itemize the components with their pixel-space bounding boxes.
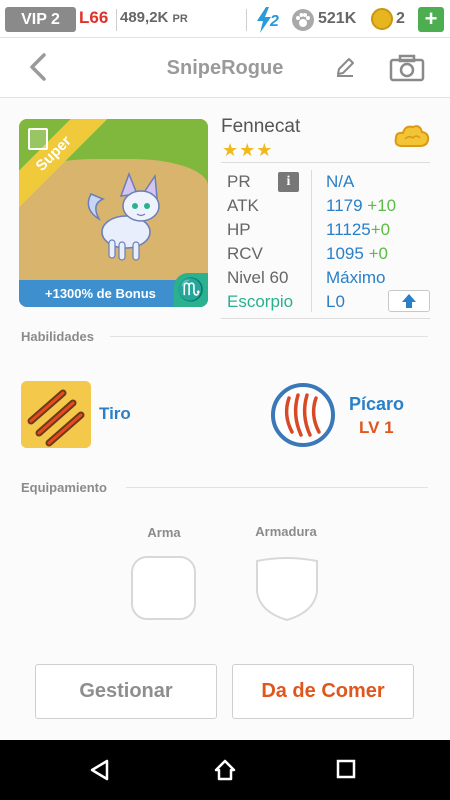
manage-button[interactable]: Gestionar: [35, 664, 217, 719]
arrow-up-icon: [402, 294, 416, 308]
monster-fennecat-image: [87, 171, 160, 261]
coin-icon: [371, 8, 393, 30]
vip-badge[interactable]: VIP 2: [5, 7, 76, 32]
monster-name: Fennecat: [221, 116, 301, 137]
skill-name[interactable]: Tiro: [99, 404, 131, 424]
rcv-bonus: +0: [368, 244, 388, 263]
stat-label-hp: HP: [227, 220, 251, 239]
rcv-value: 1095: [326, 244, 364, 263]
status-bar: VIP 2 L66 489,2K PR 2 521K 2 +: [0, 0, 450, 38]
power-value: 489,2K: [120, 9, 169, 26]
section-title-skills: Habilidades: [21, 329, 94, 344]
power-unit: PR: [172, 13, 188, 25]
header: SnipeRogue: [0, 38, 450, 98]
divider: [116, 9, 117, 31]
atk-value: 1179: [326, 196, 363, 215]
divider: [221, 318, 430, 319]
upgrade-button[interactable]: [388, 290, 430, 312]
stat-value-level: Máximo: [326, 268, 386, 287]
armor-slot[interactable]: [254, 556, 320, 622]
armor-label: Armadura: [255, 524, 317, 539]
rogue-class-icon[interactable]: [270, 382, 336, 448]
monster-card[interactable]: Super +1300% de Bonus ♏: [19, 119, 208, 307]
stat-label-atk: ATK: [227, 196, 259, 215]
stat-value-sign: L0: [326, 292, 345, 311]
stat-value-pr: N/A: [326, 172, 355, 191]
pencil-icon[interactable]: [334, 56, 356, 78]
stat-label-pr: PR: [227, 172, 251, 191]
back-triangle-icon[interactable]: [88, 758, 112, 782]
scorpio-zodiac-icon: ♏: [174, 273, 208, 307]
skill-arrows-icon[interactable]: [21, 381, 91, 448]
class-name: Pícaro: [349, 394, 405, 414]
class-level: LV 1: [359, 418, 394, 437]
weapon-slot[interactable]: [131, 556, 196, 620]
weapon-label: Arma: [147, 525, 181, 540]
food-paw-icon: [292, 9, 314, 31]
star-rating: ★★★: [222, 140, 274, 160]
power-rating: 489,2K PR: [120, 9, 188, 26]
divider: [126, 487, 428, 488]
home-icon[interactable]: [213, 758, 237, 782]
cloud-element-icon: [394, 125, 430, 147]
atk-bonus: +10: [367, 196, 397, 215]
recents-square-icon[interactable]: [335, 758, 357, 780]
energy-count: 2: [270, 13, 279, 30]
hp-value: 11125: [326, 220, 371, 239]
stat-value-hp: 11125+0: [326, 220, 390, 240]
feed-button[interactable]: Da de Comer: [232, 664, 414, 719]
add-currency-button[interactable]: +: [418, 7, 444, 32]
system-nav-bar: [0, 740, 450, 800]
coin-count: 2: [396, 10, 405, 27]
document-icon[interactable]: [28, 128, 48, 150]
page-title: SnipeRogue: [166, 57, 284, 79]
info-icon[interactable]: i: [278, 172, 299, 192]
player-level: L66: [79, 8, 109, 27]
section-title-equipment: Equipamiento: [21, 480, 107, 495]
stat-label-level: Nivel 60: [227, 268, 289, 287]
stat-value-atk: 1179 +10: [326, 196, 396, 216]
divider: [246, 9, 247, 31]
stat-label-rcv: RCV: [227, 244, 263, 263]
stat-value-rcv: 1095 +0: [326, 244, 388, 264]
food-count: 521K: [318, 10, 357, 27]
divider: [110, 336, 428, 337]
stat-label-sign: Escorpio: [227, 292, 294, 311]
divider: [311, 170, 312, 312]
hp-bonus: +0: [370, 220, 391, 239]
divider: [221, 162, 430, 163]
camera-icon[interactable]: [389, 54, 425, 82]
